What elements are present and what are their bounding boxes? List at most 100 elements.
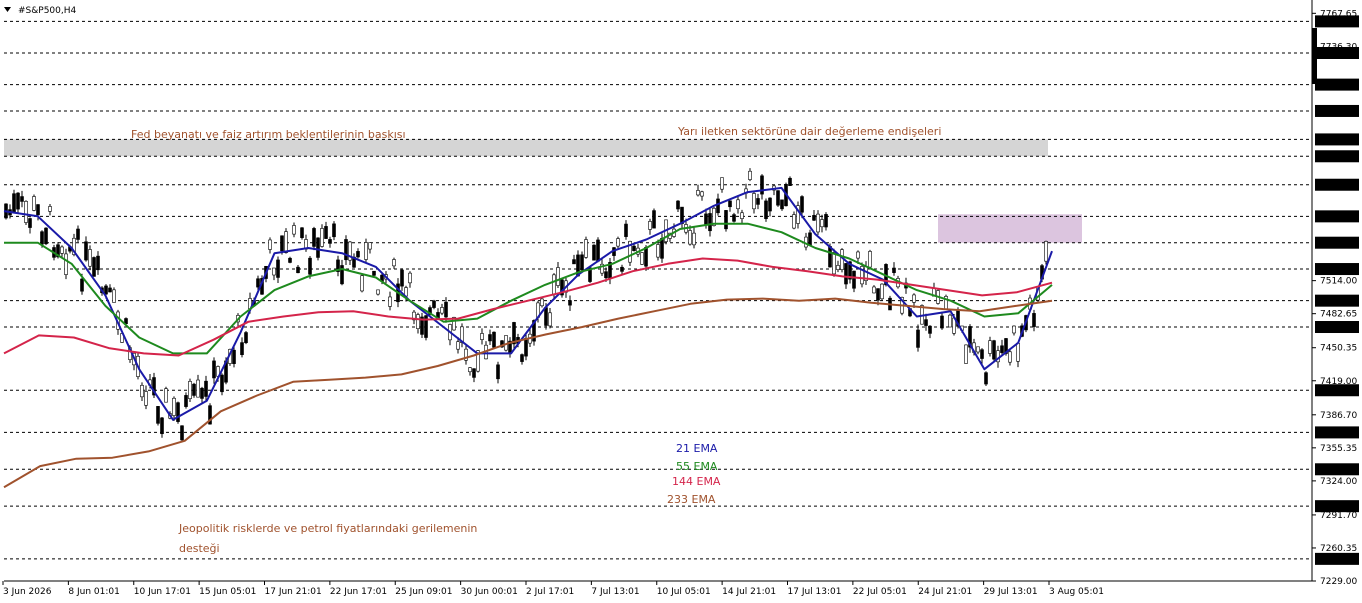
- annotation-bottom-line1: Jeopolitik risklerde ve petrol fiyatları…: [178, 522, 477, 535]
- candle-body: [616, 238, 620, 247]
- candle-body: [620, 266, 624, 272]
- candle-body: [792, 214, 796, 229]
- candle-body: [832, 252, 836, 275]
- candle-body: [28, 218, 32, 228]
- candle-body: [660, 238, 664, 259]
- candle-body: [524, 338, 528, 357]
- candle-body: [232, 349, 236, 364]
- candle-body: [732, 214, 736, 222]
- candle-body: [540, 298, 544, 307]
- candle-body: [76, 228, 80, 240]
- price-chart[interactable]: 7767.657736.307514.007482.657450.357419.…: [0, 0, 1362, 603]
- candle-body: [80, 278, 84, 292]
- candle-body: [624, 223, 628, 237]
- candle-body: [268, 239, 272, 250]
- candle-body: [204, 380, 208, 397]
- candle-body: [580, 254, 584, 271]
- candle-body: [288, 257, 292, 263]
- candle-body: [556, 267, 560, 286]
- candle-body: [40, 231, 44, 245]
- candle-body: [496, 364, 500, 380]
- candle-body: [140, 385, 144, 398]
- candle-body: [644, 247, 648, 267]
- candle-body: [172, 397, 176, 416]
- legend-ema144: 144 EMA: [672, 475, 721, 488]
- candle-body: [296, 266, 300, 274]
- candle-body: [632, 245, 636, 251]
- candle-body: [200, 387, 204, 399]
- price-level-label: 7410.00: [1318, 386, 1355, 396]
- candle-body: [400, 269, 404, 287]
- candle-body: [480, 333, 484, 340]
- candle-body: [716, 198, 720, 214]
- candle-body: [688, 230, 692, 245]
- annotation-bottom-line2: desteği: [179, 542, 220, 555]
- candle-body: [24, 201, 28, 223]
- legend-ema55: 55 EMA: [676, 460, 718, 473]
- candle-body: [648, 221, 652, 230]
- price-tick-label: 7291.70: [1320, 511, 1357, 521]
- time-axis: 3 Jun 2026 8 Jun 01:01 10 Jun 17:01 15 Jun …: [2, 580, 1312, 597]
- price-level-label: 7675.00: [1318, 107, 1355, 117]
- candle-body: [520, 354, 524, 362]
- candle-body: [180, 425, 184, 441]
- candle-body: [924, 319, 928, 326]
- price-tick-label: 7355.35: [1320, 444, 1357, 454]
- price-level-label: 7605.00: [1318, 181, 1355, 191]
- candle-body: [104, 285, 108, 295]
- candle-body: [368, 242, 372, 250]
- candle-body: [176, 402, 180, 422]
- time-tick-label: 3 Jun 2026: [3, 587, 52, 597]
- candle-body: [276, 259, 280, 278]
- candle-body: [704, 213, 708, 225]
- candle-body: [692, 232, 696, 246]
- candle-body: [272, 267, 276, 276]
- time-tick-label: 30 Jun 00:01: [461, 587, 518, 597]
- candle-body: [184, 395, 188, 407]
- candle-body: [828, 246, 832, 268]
- candle-body: [328, 239, 332, 244]
- candle-body: [196, 379, 200, 398]
- price-level-label: 7575.00: [1318, 212, 1355, 222]
- candle-body: [948, 314, 952, 328]
- candle-body: [844, 263, 848, 285]
- candle-body: [256, 278, 260, 288]
- symbol-dropdown-icon[interactable]: [4, 7, 11, 12]
- candle-body: [876, 288, 880, 301]
- candle-body: [872, 286, 876, 294]
- candle-body: [776, 190, 780, 206]
- time-tick-label: 7 Jul 13:01: [591, 587, 639, 597]
- price-tick-label: 7514.00: [1320, 277, 1357, 287]
- price-tick-label: 7260.35: [1320, 544, 1357, 554]
- candle-body: [836, 265, 840, 270]
- candle-body: [160, 417, 164, 435]
- price-tick-label: 7324.00: [1320, 477, 1357, 487]
- candle-body: [344, 239, 348, 261]
- price-level-label: 7632.00: [1318, 152, 1355, 162]
- candle-body: [468, 367, 472, 373]
- candle-body: [640, 252, 644, 265]
- candle-body: [976, 346, 980, 353]
- candle-body: [472, 368, 476, 378]
- candle-body: [432, 300, 436, 308]
- candle-body: [740, 212, 744, 219]
- candle-body: [84, 241, 88, 261]
- candle-body: [824, 214, 828, 228]
- time-tick-label: 10 Jul 05:01: [657, 587, 711, 597]
- candle-body: [32, 196, 36, 211]
- candle-body: [492, 331, 496, 348]
- candle-body: [60, 246, 64, 254]
- candle-body: [728, 200, 732, 208]
- candle-body: [912, 294, 916, 303]
- candle-body: [96, 255, 100, 271]
- candle-body: [816, 213, 820, 233]
- price-level-label: 7335.00: [1318, 465, 1355, 475]
- candle-body: [36, 204, 40, 216]
- candle-body: [188, 381, 192, 399]
- candle-body: [596, 239, 600, 262]
- candle-body: [1012, 325, 1016, 334]
- candle-body: [676, 200, 680, 210]
- candle-body: [64, 253, 68, 275]
- candle-body: [392, 259, 396, 267]
- candle-body: [456, 341, 460, 350]
